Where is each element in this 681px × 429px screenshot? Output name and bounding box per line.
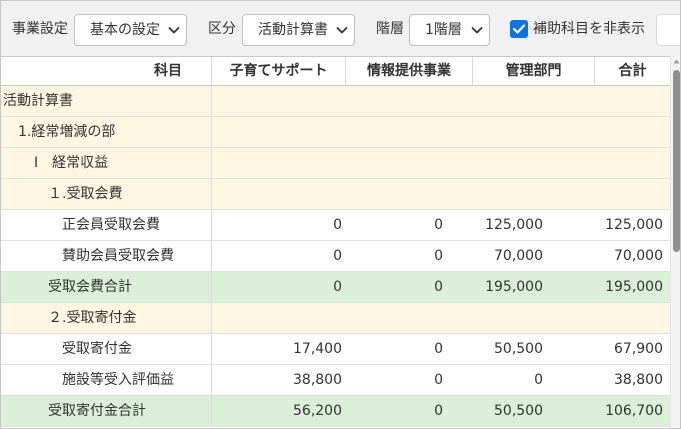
empty-cell (447, 179, 547, 209)
table-row[interactable]: 活動計算書 (0, 86, 670, 117)
table-row[interactable]: 施設等受入評価益 38,800 0 0 38,800 (0, 365, 670, 396)
table-row[interactable]: 賛助会員受取会費 0 0 70,000 70,000 (0, 241, 670, 272)
value-childcare-support: 0 (333, 248, 342, 264)
empty-cell (547, 148, 670, 178)
empty-cell (212, 179, 346, 209)
empty-cell (547, 117, 670, 147)
value-information-service: 0 (434, 279, 443, 295)
level-select[interactable]: 1階層 (409, 14, 490, 46)
level-value: 1階層 (425, 22, 462, 38)
empty-cell (547, 179, 670, 209)
column-header-total: 合計 (618, 63, 647, 79)
account-name: 1.経常増減の部 (0, 117, 212, 147)
column-header-childcare-support: 子育てサポート (212, 57, 346, 85)
empty-cell (547, 303, 670, 333)
empty-cell (346, 86, 447, 116)
scroll-up-arrow-icon[interactable] (673, 59, 680, 64)
account-name: 施設等受入評価益 (0, 365, 212, 395)
empty-cell (212, 86, 346, 116)
column-header-management: 管理部門 (473, 57, 595, 85)
value-information-service: 0 (434, 403, 443, 419)
chevron-down-icon (471, 27, 483, 34)
filter-toolbar: 事業設定 基本の設定 区分 活動計算書 階層 1階層 補助科目を非表示 (0, 0, 681, 56)
report-window: 事業設定 基本の設定 区分 活動計算書 階層 1階層 補助科目を非表示 科目 子… (0, 0, 681, 429)
toolbar-input[interactable] (656, 14, 681, 46)
chevron-down-icon (168, 27, 180, 34)
business-setting-select[interactable]: 基本の設定 (74, 14, 187, 46)
value-total: 67,900 (614, 341, 663, 357)
value-management: 0 (534, 372, 543, 388)
value-childcare-support: 17,400 (293, 341, 342, 357)
table-row[interactable]: 受取寄付金 17,400 0 50,500 67,900 (0, 334, 670, 365)
table-row[interactable]: 1.経常増減の部 (0, 117, 670, 148)
empty-cell (547, 86, 670, 116)
value-management: 195,000 (485, 279, 543, 295)
table-row[interactable]: １.受取会費 (0, 179, 670, 210)
value-childcare-support: 56,200 (293, 403, 342, 419)
hide-sub-accounts-label[interactable]: 補助科目を非表示 (533, 20, 645, 38)
category-value: 活動計算書 (258, 22, 328, 38)
value-total: 125,000 (605, 217, 663, 233)
value-childcare-support: 0 (333, 279, 342, 295)
value-total: 38,800 (614, 372, 663, 388)
column-header-information-service: 情報提供事業 (346, 57, 473, 85)
value-management: 125,000 (485, 217, 543, 233)
table-body: 活動計算書 1.経常増減の部 Ⅰ 経常収益 １.受取会費 正会員受取会費 0 0… (0, 86, 670, 429)
business-setting-value: 基本の設定 (90, 22, 160, 38)
table-row-subtotal[interactable]: 受取会費合計 0 0 195,000 195,000 (0, 272, 670, 303)
account-name: ２.受取寄付金 (0, 303, 212, 333)
account-name: 受取寄付金合計 (0, 396, 212, 426)
value-information-service: 0 (434, 372, 443, 388)
hide-sub-accounts-checkbox[interactable] (510, 20, 528, 38)
empty-cell (447, 117, 547, 147)
account-name: １.受取会費 (0, 179, 212, 209)
account-name: 活動計算書 (0, 86, 212, 116)
account-name: 賛助会員受取会費 (0, 241, 212, 271)
account-name: Ⅰ 経常収益 (0, 148, 212, 178)
level-label: 階層 (376, 21, 404, 37)
empty-cell (447, 148, 547, 178)
category-select[interactable]: 活動計算書 (242, 14, 355, 46)
scrollbar-thumb[interactable] (673, 70, 680, 252)
table-row[interactable]: 正会員受取会費 0 0 125,000 125,000 (0, 210, 670, 241)
value-total: 195,000 (605, 279, 663, 295)
value-childcare-support: 0 (333, 217, 342, 233)
column-header-account: 科目 (0, 57, 212, 85)
value-information-service: 0 (434, 248, 443, 264)
empty-cell (346, 179, 447, 209)
check-icon (512, 24, 526, 34)
empty-cell (447, 86, 547, 116)
value-information-service: 0 (434, 217, 443, 233)
value-information-service: 0 (434, 341, 443, 357)
table-row[interactable]: ２.受取寄付金 (0, 303, 670, 334)
empty-cell (346, 148, 447, 178)
value-childcare-support: 38,800 (293, 372, 342, 388)
empty-cell (212, 117, 346, 147)
table-header: 科目 子育てサポート 情報提供事業 管理部門 合計 (0, 56, 670, 86)
table-row[interactable]: Ⅰ 経常収益 (0, 148, 670, 179)
account-name: 正会員受取会費 (0, 210, 212, 240)
value-total: 106,700 (605, 403, 663, 419)
empty-cell (447, 303, 547, 333)
value-management: 70,000 (494, 248, 543, 264)
category-label: 区分 (208, 21, 236, 37)
vertical-scrollbar[interactable] (670, 56, 681, 429)
value-total: 70,000 (614, 248, 663, 264)
empty-cell (212, 148, 346, 178)
account-name: 受取会費合計 (0, 272, 212, 302)
table-row-subtotal[interactable]: 受取寄付金合計 56,200 0 50,500 106,700 (0, 396, 670, 427)
value-management: 50,500 (494, 341, 543, 357)
empty-cell (346, 117, 447, 147)
chevron-down-icon (336, 27, 348, 34)
empty-cell (212, 303, 346, 333)
empty-cell (346, 303, 447, 333)
value-management: 50,500 (494, 403, 543, 419)
account-name: 受取寄付金 (0, 334, 212, 364)
business-setting-label: 事業設定 (12, 21, 68, 37)
